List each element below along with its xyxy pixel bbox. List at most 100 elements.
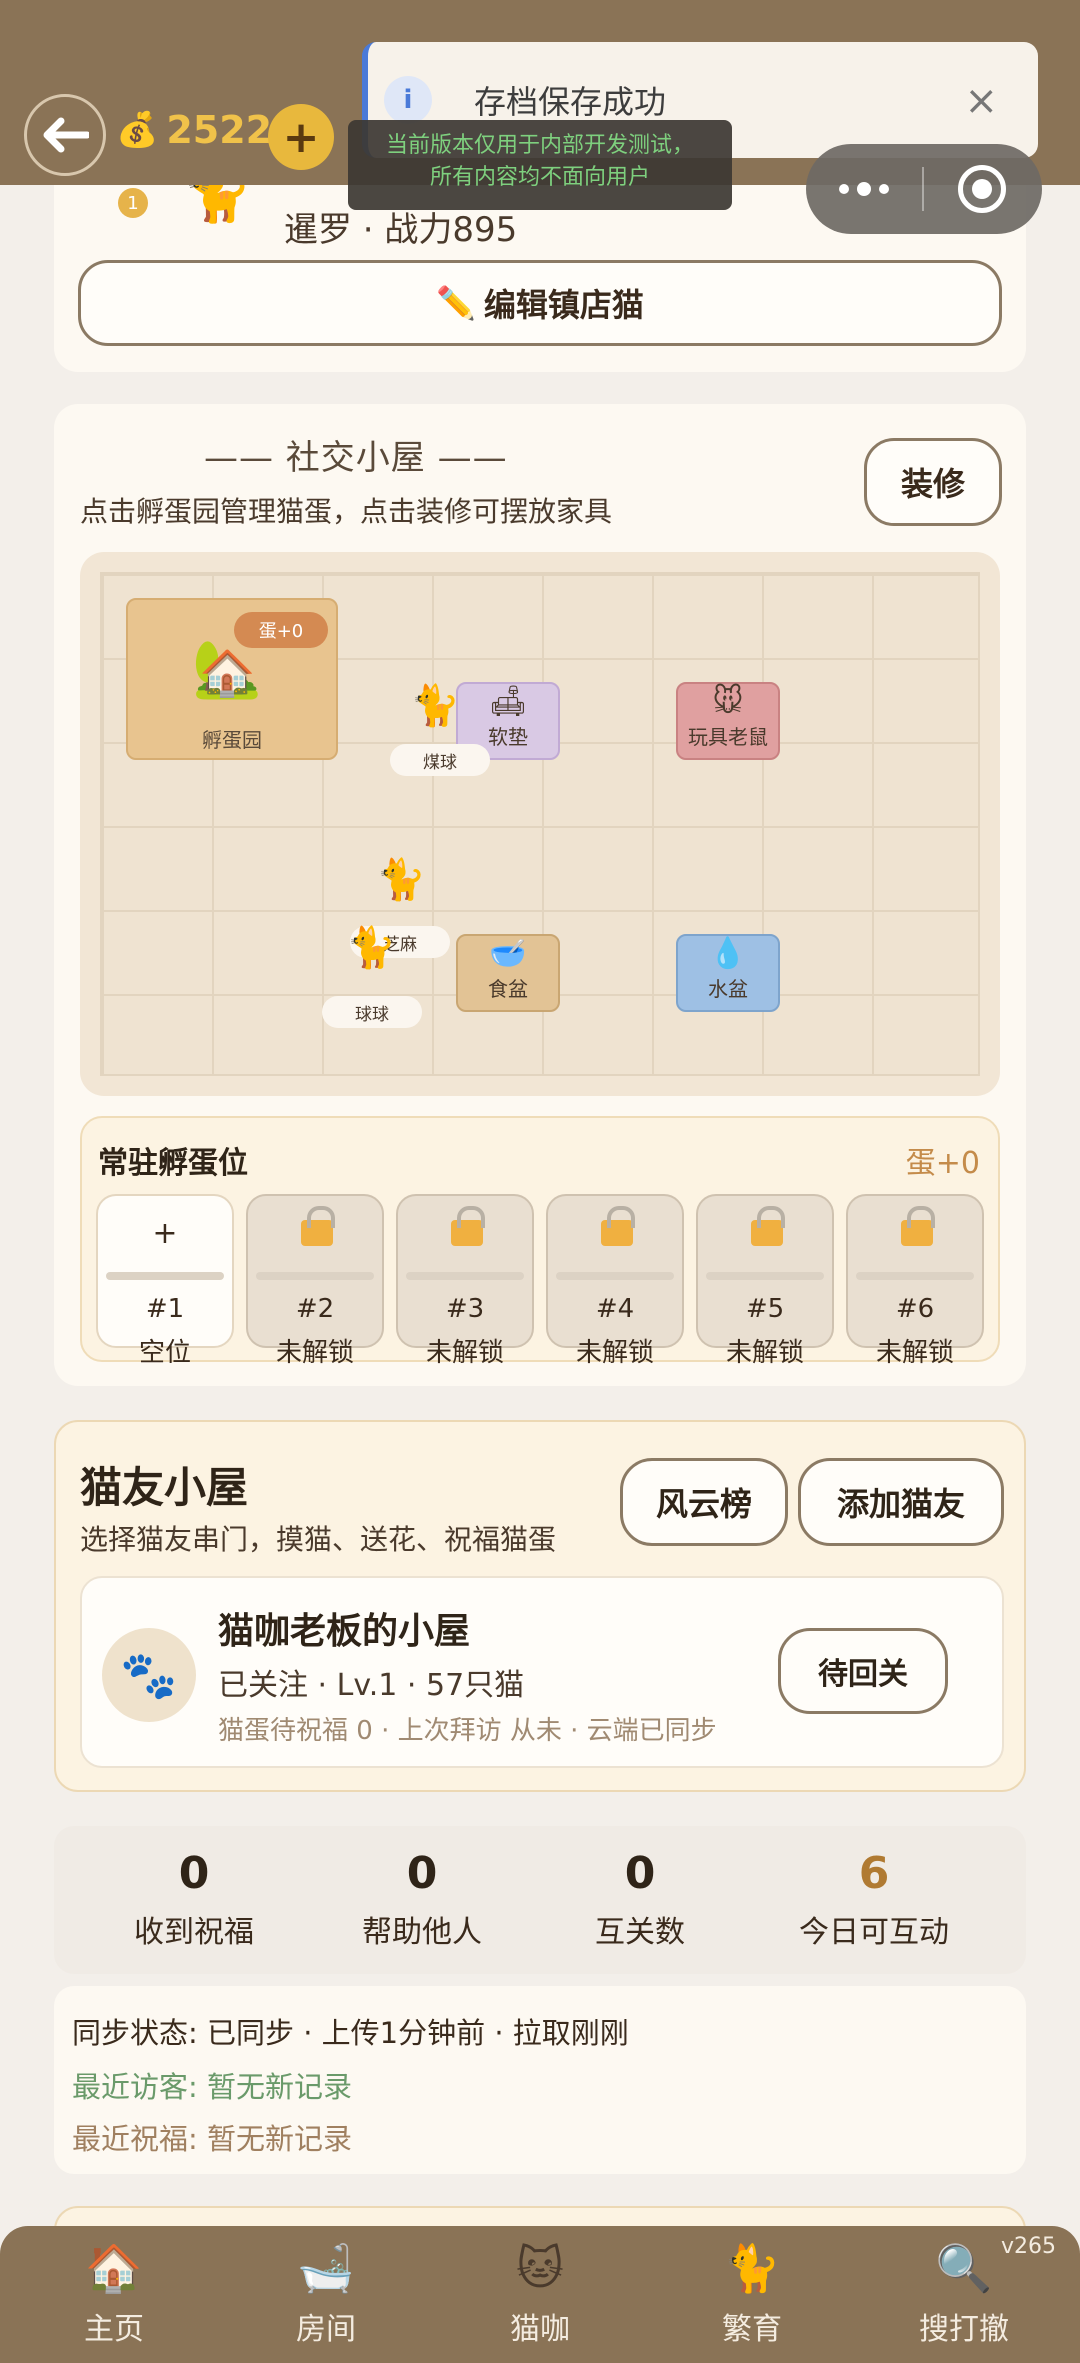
incubator-egg-count: 蛋+0 (905, 1146, 980, 1181)
incubator-slot-4[interactable]: #4 未解锁 (546, 1194, 684, 1368)
furniture-food-bowl-label: 食盆 (488, 977, 528, 1001)
slot-number: #2 (295, 1294, 335, 1324)
incubator-slot-2[interactable]: #2 未解锁 (246, 1194, 384, 1368)
slot-number: #3 (445, 1294, 485, 1324)
incubator-slot-5[interactable]: #5 未解锁 (696, 1194, 834, 1368)
slot-status: 空位 (138, 1338, 191, 1368)
cat-sesame-sprite[interactable]: 🐈 (376, 856, 426, 903)
lock-icon (301, 1206, 335, 1246)
friend-house-item[interactable]: 🐾 猫咖老板的小屋 已关注 · Lv.1 · 57只猫 猫蛋待祝福 0 · 上次… (80, 1576, 1004, 1768)
incubator-slot-6[interactable]: #6 未解锁 (846, 1194, 984, 1368)
slot-progress-bar (856, 1272, 974, 1280)
stat-value: 0 (178, 1848, 210, 1899)
slot-status: 未解锁 (875, 1338, 954, 1368)
tab-home[interactable]: 🏠 主页 (24, 2238, 204, 2348)
add-friend-button[interactable]: 添加猫友 (798, 1458, 1004, 1546)
home-icon: 🏠 (85, 2241, 143, 2295)
slot-progress-bar (106, 1272, 224, 1280)
incubator-slot-3[interactable]: #3 未解锁 (396, 1194, 534, 1368)
incubator-panel: 常驻孵蛋位 蛋+0 + #1 空位 #2 未解锁 #3 未解锁 #4 未解锁 #… (80, 1116, 1000, 1368)
slot-progress-bar (406, 1272, 524, 1280)
mouse-toy-icon: 🐭 (712, 684, 744, 719)
decorate-button[interactable]: 装修 (864, 438, 1002, 526)
stat-helped-others: 0 帮助他人 (322, 1848, 522, 1951)
furniture-toy-mouse-label: 玩具老鼠 (688, 725, 768, 749)
cat-coal-sprite[interactable]: 🐈 (410, 682, 460, 729)
toast-message: 存档保存成功 (474, 83, 667, 121)
close-miniprogram-icon[interactable] (924, 165, 1040, 213)
slot-status: 未解锁 (275, 1338, 354, 1368)
cafe-icon: 🐱 (516, 2241, 564, 2295)
furniture-toy-mouse[interactable]: 🐭 玩具老鼠 (676, 682, 780, 760)
back-arrow-icon (43, 117, 89, 153)
hatchery[interactable]: 蛋+0 🏡 孵蛋园 (126, 598, 338, 760)
tab-room[interactable]: 🛁 房间 (236, 2238, 416, 2348)
recent-visitors: 最近访客: 暂无新记录 (72, 2070, 352, 2104)
slot-status: 未解锁 (425, 1338, 504, 1368)
stat-label: 今日可互动 (799, 1915, 949, 1950)
money-bag-icon: 💰 (116, 110, 159, 150)
stat-label: 互关数 (595, 1915, 685, 1950)
cat-coal-name: 煤球 (390, 744, 490, 776)
dev-notice-line2: 所有内容均不面向用户 (429, 165, 650, 190)
incubator-title: 常驻孵蛋位 (98, 1146, 248, 1181)
stat-value: 6 (858, 1848, 890, 1899)
hatchery-house-icon: 🏡 (192, 637, 262, 702)
add-slot-icon: + (152, 1216, 178, 1251)
tab-room-label: 房间 (296, 2312, 356, 2347)
lock-icon (601, 1206, 635, 1246)
pencil-icon: ✏️ (436, 284, 476, 322)
follow-back-button[interactable]: 待回关 (778, 1628, 948, 1714)
friend-house-meta: 已关注 · Lv.1 · 57只猫 (218, 1668, 525, 1703)
dev-notice: 当前版本仅用于内部开发测试， 所有内容均不面向用户 (348, 120, 732, 210)
leaderboard-button[interactable]: 风云榜 (620, 1458, 788, 1546)
cat-ball-name: 球球 (322, 996, 422, 1028)
room-icon: 🛁 (297, 2241, 355, 2295)
close-icon[interactable]: × (964, 78, 998, 124)
food-bowl-icon: 🥣 (489, 936, 527, 971)
furniture-food-bowl[interactable]: 🥣 食盆 (456, 934, 560, 1012)
furniture-pad-label: 软垫 (488, 725, 528, 749)
tab-cafe[interactable]: 🐱 猫咖 (450, 2238, 630, 2348)
breeding-icon: 🐈 (723, 2241, 781, 2295)
incubator-slot-1[interactable]: + #1 空位 (96, 1194, 234, 1368)
slot-status: 未解锁 (575, 1338, 654, 1368)
social-room-title: —— 社交小屋 —— (204, 438, 508, 478)
version-label: v265 (1000, 2234, 1056, 2259)
cushion-icon: 🛋 (488, 684, 528, 719)
social-room-subtitle: 点击孵蛋园管理猫蛋，点击装修可摆放家具 (80, 495, 613, 528)
stat-interactions-today: 6 今日可互动 (774, 1848, 974, 1951)
back-button[interactable] (24, 94, 106, 176)
info-icon: i (384, 76, 432, 124)
cat-friends-subtitle: 选择猫友串门，摸猫、送花、祝福猫蛋 (80, 1523, 557, 1556)
more-menu-icon[interactable] (806, 182, 922, 196)
add-coins-button[interactable]: + (268, 104, 334, 170)
sync-info: 同步状态: 已同步 · 上传1分钟前 · 拉取刚刚 最近访客: 暂无新记录 最近… (54, 1986, 1026, 2174)
tab-search-raid-label: 搜打撤 (919, 2312, 1009, 2347)
tab-cafe-label: 猫咖 (510, 2312, 570, 2347)
water-bowl-icon: 💧 (709, 936, 747, 971)
slot-number: #6 (895, 1294, 935, 1324)
paw-icon: 🐾 (102, 1628, 196, 1722)
furniture-water-bowl[interactable]: 💧 水盆 (676, 934, 780, 1012)
tab-home-label: 主页 (84, 2312, 144, 2347)
room-grid: 蛋+0 🏡 孵蛋园 🛋 软垫 🐭 玩具老鼠 🥣 食盆 💧 水盆 🐈 煤球 🐈 芝… (100, 572, 980, 1076)
tab-breeding[interactable]: 🐈 繁育 (662, 2238, 842, 2348)
miniprogram-capsule (806, 144, 1042, 234)
bottom-tab-bar: 🏠 主页 🛁 房间 🐱 猫咖 🐈 繁育 🔍 搜打撤 v265 (0, 2226, 1080, 2363)
slot-number: #4 (595, 1294, 635, 1324)
slot-progress-bar (556, 1272, 674, 1280)
cat-ball-sprite[interactable]: 🐈 (346, 924, 396, 971)
social-stats: 0 收到祝福 0 帮助他人 0 互关数 6 今日可互动 (54, 1826, 1026, 1974)
social-room-card: —— 社交小屋 —— 点击孵蛋园管理猫蛋，点击装修可摆放家具 装修 蛋+0 🏡 … (54, 404, 1026, 1386)
dev-notice-line1: 当前版本仅用于内部开发测试， (385, 133, 694, 158)
stat-blessings-received: 0 收到祝福 (94, 1848, 294, 1951)
edit-shop-cat-label: 编辑镇店猫 (483, 286, 644, 324)
slot-number: #5 (745, 1294, 785, 1324)
stat-value: 0 (624, 1848, 656, 1899)
stat-label: 收到祝福 (134, 1915, 254, 1950)
room-area: 蛋+0 🏡 孵蛋园 🛋 软垫 🐭 玩具老鼠 🥣 食盆 💧 水盆 🐈 煤球 🐈 芝… (80, 552, 1000, 1096)
lock-icon (451, 1206, 485, 1246)
edit-shop-cat-button[interactable]: ✏️ 编辑镇店猫 (78, 260, 1002, 346)
slot-progress-bar (706, 1272, 824, 1280)
